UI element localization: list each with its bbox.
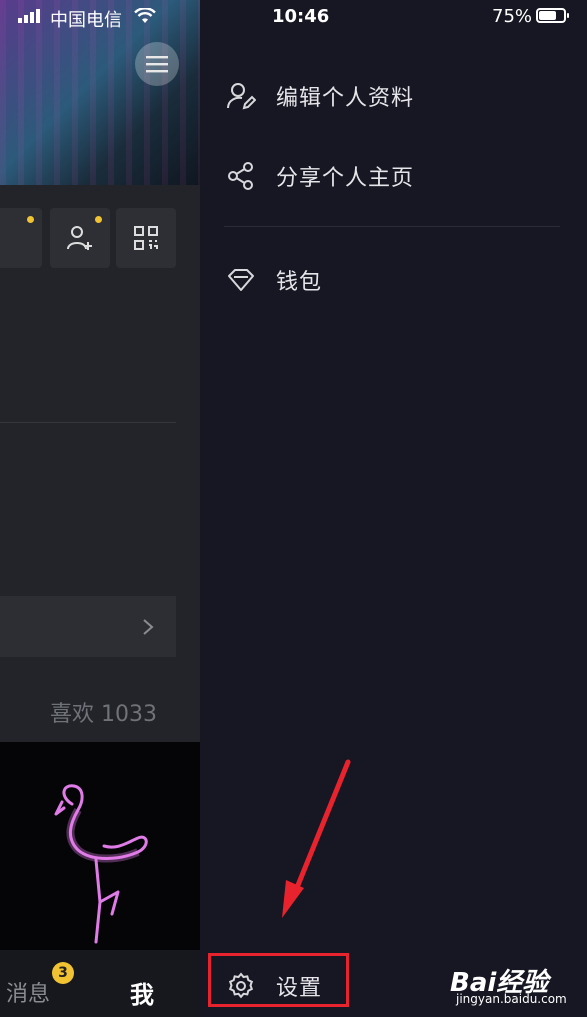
qr-code-button[interactable]	[116, 208, 176, 268]
carrier-name: 中国电信	[50, 10, 122, 31]
notification-dot	[27, 216, 34, 223]
status-bar: 中国电信 10:46 75%	[0, 0, 587, 34]
nav-me[interactable]: 我	[130, 975, 154, 1010]
menu-button[interactable]	[135, 42, 179, 86]
watermark-url: jingyan.baidu.com	[456, 992, 567, 1006]
neon-flamingo-image	[54, 784, 148, 944]
divider	[0, 422, 176, 423]
profile-action-button[interactable]	[0, 208, 42, 268]
signal-icon	[18, 9, 40, 23]
qr-code-icon	[134, 226, 158, 250]
chevron-right-icon	[143, 618, 154, 635]
clock: 10:46	[272, 6, 330, 27]
likes-count[interactable]: 喜欢 1033	[50, 696, 157, 728]
wifi-icon	[134, 8, 156, 23]
battery-percent: 75%	[492, 6, 533, 27]
battery-fill	[539, 11, 556, 20]
battery-icon	[536, 8, 569, 23]
add-user-icon	[67, 226, 92, 250]
profile-info-card[interactable]	[0, 596, 176, 657]
background-profile-page: 喜欢 1033 消息 3 我	[0, 0, 200, 1017]
add-friend-button[interactable]	[50, 208, 110, 268]
hamburger-icon	[146, 56, 168, 73]
video-thumbnail[interactable]	[0, 742, 200, 950]
nav-messages[interactable]: 消息	[6, 976, 50, 1008]
annotation-arrow	[282, 759, 351, 918]
notification-dot	[95, 216, 102, 223]
messages-badge: 3	[52, 962, 74, 984]
